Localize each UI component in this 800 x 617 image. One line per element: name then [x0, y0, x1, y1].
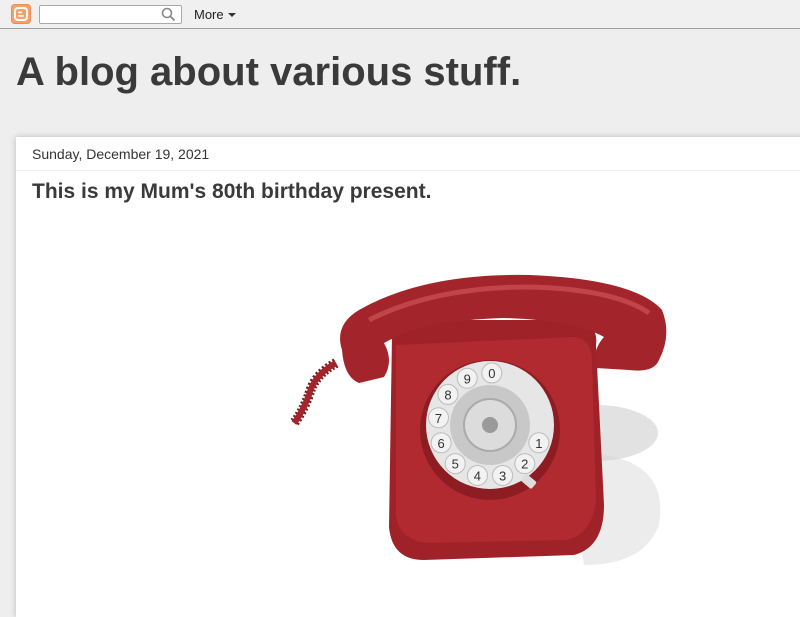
dial-digit: 9 — [464, 371, 471, 386]
more-menu-button[interactable]: More — [194, 7, 236, 22]
dial-digit: 5 — [452, 457, 459, 472]
chevron-down-icon — [227, 13, 236, 17]
blog-title[interactable]: A blog about various stuff. — [16, 50, 521, 95]
dial-digit: 6 — [438, 436, 445, 451]
dial-digit: 0 — [488, 366, 495, 381]
dial-digit: 1 — [535, 436, 542, 451]
navbar: More — [0, 0, 800, 29]
search-icon[interactable] — [161, 7, 176, 22]
dial-digit: 4 — [474, 468, 481, 483]
post-title[interactable]: This is my Mum's 80th birthday present. — [32, 180, 431, 204]
search-input[interactable] — [39, 5, 182, 24]
dial-digit: 3 — [499, 468, 506, 483]
blogger-logo-icon[interactable] — [11, 4, 31, 24]
date-divider — [16, 170, 800, 171]
dial-digit: 8 — [444, 387, 451, 402]
more-menu-label: More — [194, 7, 224, 22]
dial-digit: 2 — [521, 457, 528, 472]
post-date: Sunday, December 19, 2021 — [32, 146, 210, 162]
dial-digit: 7 — [435, 411, 442, 426]
post-image-telephone[interactable]: 123 456 789 0 — [274, 265, 684, 575]
post-card: Sunday, December 19, 2021 This is my Mum… — [16, 137, 800, 617]
